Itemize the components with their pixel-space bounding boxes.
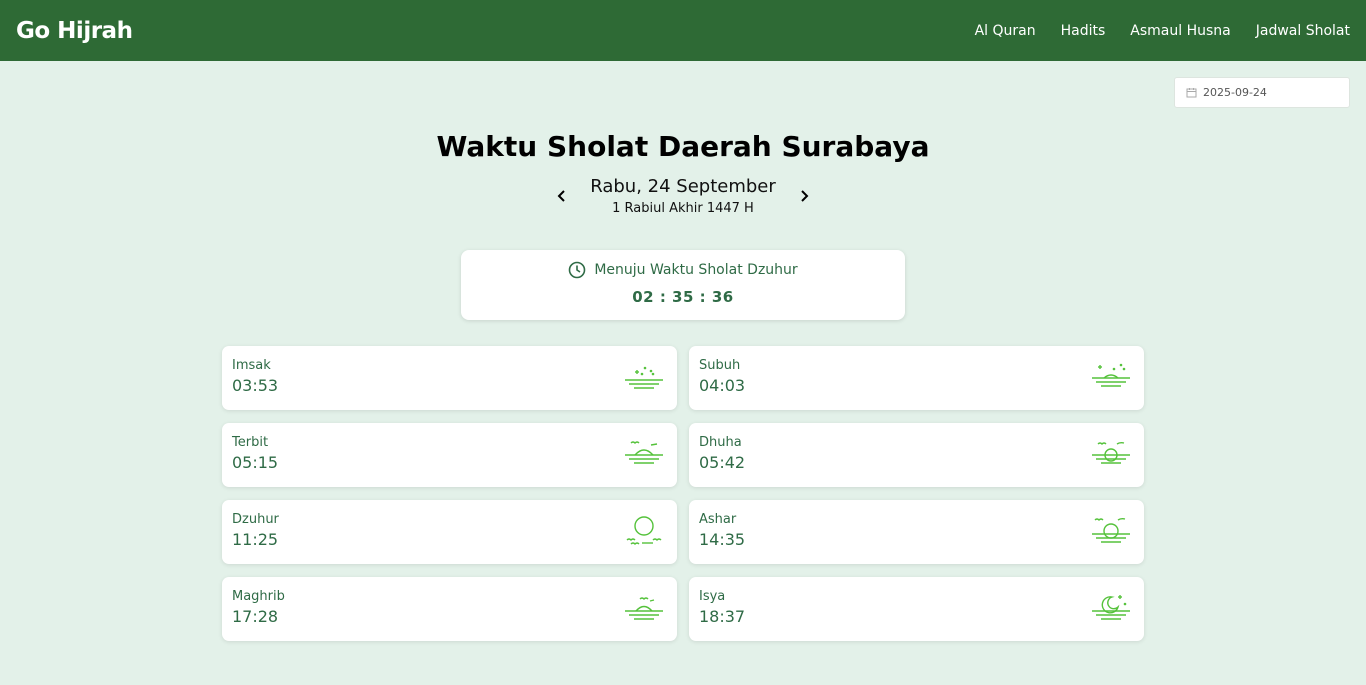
prayer-card-imsak: Imsak 03:53 xyxy=(222,346,677,410)
page-title: Waktu Sholat Daerah Surabaya xyxy=(436,130,930,163)
dhuha-icon xyxy=(1092,441,1130,464)
prayer-name: Terbit xyxy=(232,435,269,450)
nav-link-asmaul-husna[interactable]: Asmaul Husna xyxy=(1130,23,1230,39)
prayer-time: 14:35 xyxy=(699,530,746,549)
prayer-card-isya: Isya 18:37 xyxy=(689,577,1144,641)
chevron-right-icon xyxy=(801,190,809,202)
prayer-name: Imsak xyxy=(232,358,271,373)
date-display: Rabu, 24 September 1 Rabiul Akhir 1447 H xyxy=(590,176,776,216)
brand-logo[interactable]: Go Hijrah xyxy=(16,18,133,44)
prev-day-button[interactable] xyxy=(552,186,572,206)
date-navigator: Rabu, 24 September 1 Rabiul Akhir 1447 H xyxy=(0,176,1366,216)
nav-link-hadits[interactable]: Hadits xyxy=(1061,23,1106,39)
prayer-card-maghrib: Maghrib 17:28 xyxy=(222,577,677,641)
prayer-name: Dhuha xyxy=(699,435,742,450)
hijri-date: 1 Rabiul Akhir 1447 H xyxy=(612,201,754,216)
prayer-card-dhuha: Dhuha 05:42 xyxy=(689,423,1144,487)
prayer-time: 05:15 xyxy=(232,453,279,472)
clock-icon xyxy=(569,261,586,279)
nav-links: Al Quran Hadits Asmaul Husna Jadwal Shol… xyxy=(975,23,1350,39)
prayer-card-subuh: Subuh 04:03 xyxy=(689,346,1144,410)
prayer-name: Dzuhur xyxy=(232,512,279,527)
prayer-time: 04:03 xyxy=(699,376,746,395)
prayer-time: 11:25 xyxy=(232,530,279,549)
date-picker-input[interactable]: 2025-09-24 xyxy=(1174,77,1350,108)
subuh-icon xyxy=(1092,363,1130,387)
prayer-name: Ashar xyxy=(699,512,737,527)
prayer-time: 03:53 xyxy=(232,376,279,395)
prayer-times-grid: Imsak 03:53 Subuh 04:03 Terbit 05:15 Dhu… xyxy=(222,346,1144,641)
navbar: Go Hijrah Al Quran Hadits Asmaul Husna J… xyxy=(0,0,1366,61)
nav-link-al-quran[interactable]: Al Quran xyxy=(975,23,1036,39)
prayer-time: 05:42 xyxy=(699,453,746,472)
next-day-button[interactable] xyxy=(794,186,814,206)
prayer-time: 18:37 xyxy=(699,607,746,626)
nav-link-jadwal-sholat[interactable]: Jadwal Sholat xyxy=(1256,23,1350,39)
prayer-card-ashar: Ashar 14:35 xyxy=(689,500,1144,564)
prayer-name: Subuh xyxy=(699,358,741,373)
countdown-timer: 02 : 35 : 36 xyxy=(632,288,734,306)
sunrise-icon xyxy=(625,441,663,464)
ashar-icon xyxy=(1092,517,1130,543)
calendar-icon xyxy=(1186,88,1197,98)
moon-icon xyxy=(1092,595,1130,620)
chevron-left-icon xyxy=(557,190,565,202)
prayer-card-dzuhur: Dzuhur 11:25 xyxy=(222,500,677,564)
prayer-time: 17:28 xyxy=(232,607,279,626)
date-input-value: 2025-09-24 xyxy=(1203,86,1267,99)
prayer-card-terbit: Terbit 05:15 xyxy=(222,423,677,487)
countdown-label: Menuju Waktu Sholat Dzuhur xyxy=(594,262,798,278)
imsak-icon xyxy=(625,366,663,389)
prayer-name: Maghrib xyxy=(232,589,285,604)
countdown-card: Menuju Waktu Sholat Dzuhur 02 : 35 : 36 xyxy=(461,250,905,320)
prayer-name: Isya xyxy=(699,589,726,604)
gregorian-date: Rabu, 24 September xyxy=(590,176,776,197)
sun-icon xyxy=(626,516,662,545)
sunset-icon xyxy=(625,597,663,620)
